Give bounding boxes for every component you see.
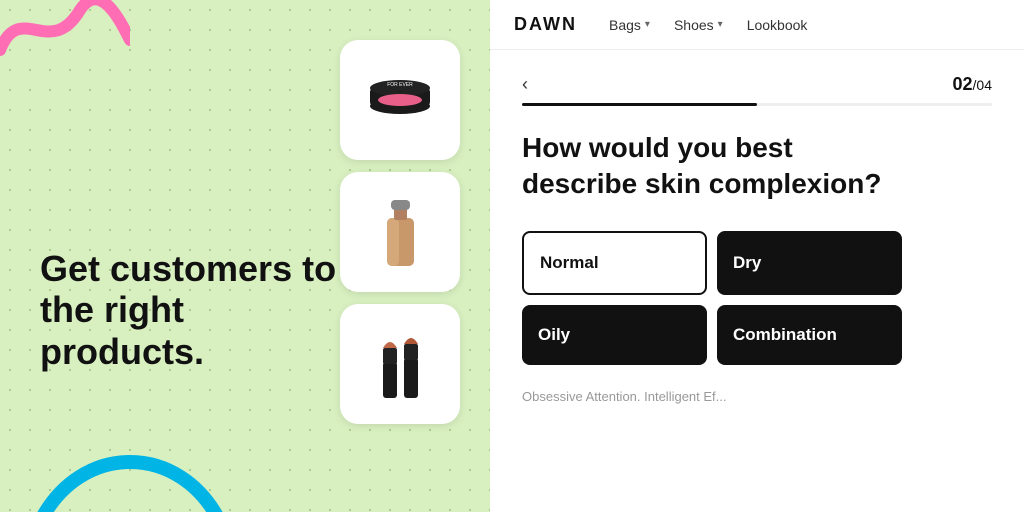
progress-total: 04 — [976, 77, 992, 93]
progress-current: 02 — [953, 74, 973, 94]
option-dry[interactable]: Dry — [717, 231, 902, 295]
squiggle-pink-decoration — [0, 0, 130, 70]
nav-lookbook-label: Lookbook — [747, 17, 808, 33]
hero-text: Get customers to the right products. — [40, 248, 340, 372]
products-column: MAKE UP FOR EVER — [340, 40, 460, 424]
lipstick-icon — [358, 322, 443, 407]
nav-shoes-label: Shoes — [674, 17, 714, 33]
quiz-question: How would you best describe skin complex… — [522, 130, 882, 203]
option-normal[interactable]: Normal — [522, 231, 707, 295]
product-card-compact: MAKE UP FOR EVER — [340, 40, 460, 160]
arc-blue-decoration — [30, 432, 230, 512]
svg-text:FOR EVER: FOR EVER — [387, 82, 413, 88]
right-panel: DAWN Bags ▾ Shoes ▾ Lookbook ‹ 02/04 How… — [490, 0, 1024, 512]
option-oily[interactable]: Oily — [522, 305, 707, 365]
quiz-content: ‹ 02/04 How would you best describe skin… — [490, 50, 1024, 512]
product-card-foundation — [340, 172, 460, 292]
back-button[interactable]: ‹ — [522, 74, 528, 95]
options-grid: Normal Dry Oily Combination — [522, 231, 902, 365]
quiz-navigation-row: ‹ 02/04 — [522, 74, 992, 95]
chevron-down-icon: ▾ — [645, 19, 650, 30]
foundation-bottle-icon — [358, 190, 443, 275]
progress-bar-track — [522, 103, 992, 106]
compact-powder-icon: MAKE UP FOR EVER — [358, 58, 443, 143]
progress-indicator: 02/04 — [953, 74, 993, 95]
brand-logo: DAWN — [514, 14, 577, 35]
quiz-footer-text: Obsessive Attention. Intelligent Ef... — [522, 389, 992, 404]
left-panel: Get customers to the right products. MAK… — [0, 0, 490, 512]
progress-bar-fill — [522, 103, 757, 106]
product-card-lipstick — [340, 304, 460, 424]
nav-bags-label: Bags — [609, 17, 641, 33]
nav-item-lookbook[interactable]: Lookbook — [747, 17, 808, 33]
navigation: DAWN Bags ▾ Shoes ▾ Lookbook — [490, 0, 1024, 50]
nav-item-shoes[interactable]: Shoes ▾ — [674, 17, 723, 33]
option-combination[interactable]: Combination — [717, 305, 902, 365]
nav-item-bags[interactable]: Bags ▾ — [609, 17, 650, 33]
chevron-down-icon: ▾ — [718, 19, 723, 30]
